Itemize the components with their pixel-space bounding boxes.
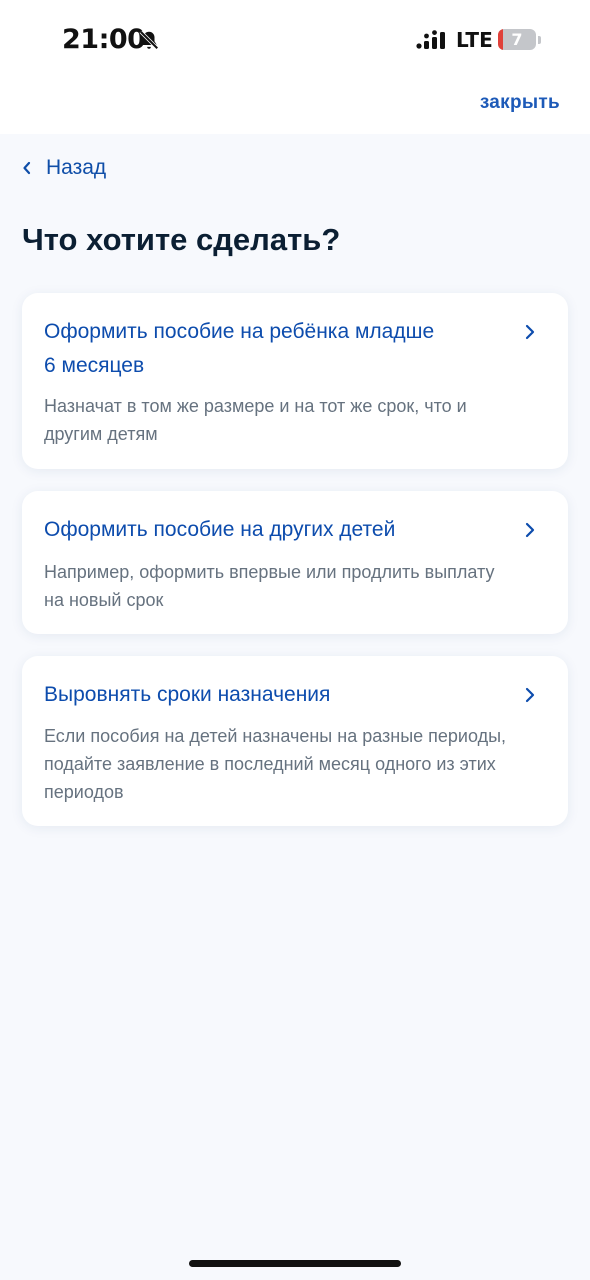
option-title-line: Оформить пособие на ребёнка младше — [44, 320, 435, 343]
option-description: Назначат в том же размере и на тот же ср… — [44, 392, 538, 448]
battery-percent: 7 — [511, 30, 523, 49]
option-description: Например, оформить впервые или продлить … — [44, 558, 538, 614]
option-description-line: периодов — [44, 782, 124, 802]
status-time: 21:00 — [62, 24, 146, 55]
option-card-align-terms[interactable]: Выровнять сроки назначения Если пособия … — [22, 656, 568, 826]
network-type: LTE — [456, 28, 493, 52]
page-title: Что хотите сделать? — [22, 222, 341, 257]
option-description: Если пособия на детей назначены на разны… — [44, 722, 538, 806]
chevron-right-icon — [525, 687, 535, 703]
battery-cap — [538, 36, 541, 44]
option-title: Выровнять сроки назначения — [44, 683, 331, 706]
bell-slash-icon — [139, 30, 159, 50]
status-bar: 21:00 LTE 7 — [0, 0, 590, 80]
chevron-right-icon — [525, 324, 535, 340]
option-title-line: 6 месяцев — [44, 354, 145, 377]
chevron-right-icon — [525, 522, 535, 538]
option-title: Оформить пособие на других детей — [44, 518, 396, 541]
back-button[interactable]: Назад — [22, 154, 106, 182]
signal-icon — [416, 30, 445, 49]
back-label: Назад — [46, 156, 107, 179]
option-description-line: Например, оформить впервые или продлить … — [44, 562, 495, 582]
option-card-infant[interactable]: Оформить пособие на ребёнка младше 6 мес… — [22, 293, 568, 469]
option-description-line: Назначат в том же размере и на тот же ср… — [44, 396, 467, 416]
top-bar: закрыть — [0, 80, 590, 134]
chevron-left-icon — [23, 161, 31, 175]
home-indicator[interactable] — [189, 1260, 401, 1267]
close-button[interactable]: закрыть — [480, 92, 560, 114]
option-card-other-children[interactable]: Оформить пособие на других детей Наприме… — [22, 491, 568, 634]
option-description-line: Если пособия на детей назначены на разны… — [44, 726, 507, 746]
option-description-line: подайте заявление в последний месяц одно… — [44, 754, 496, 774]
battery-icon: 7 — [498, 29, 536, 50]
option-description-line: на новый срок — [44, 590, 164, 610]
option-title: Оформить пособие на ребёнка младше 6 мес… — [44, 315, 506, 383]
option-description-line: другим детям — [44, 424, 158, 444]
